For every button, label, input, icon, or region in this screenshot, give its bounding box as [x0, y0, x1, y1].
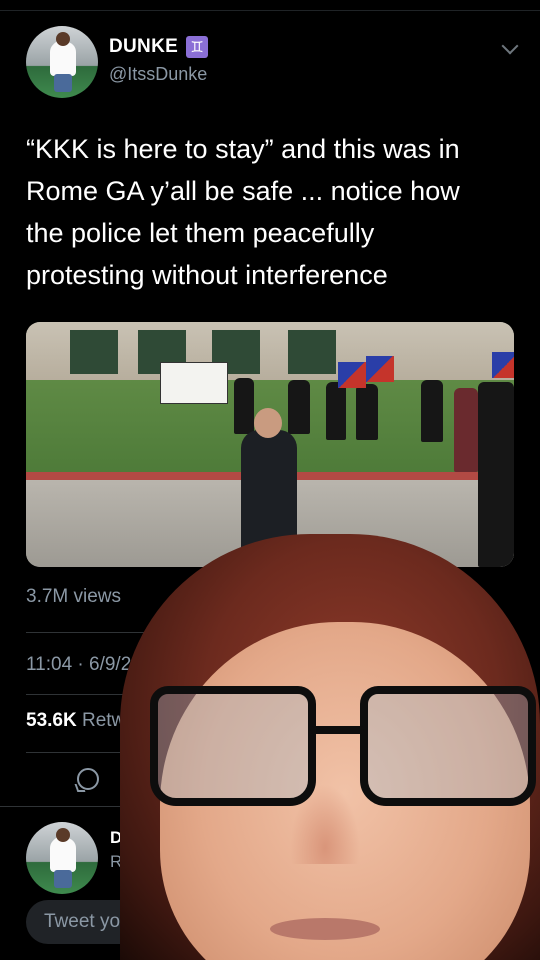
selfie-lips: [270, 918, 380, 940]
top-divider: [0, 10, 540, 11]
view-count: 3.7M views: [26, 586, 122, 607]
media-window: [288, 330, 336, 374]
tweet-text: “KKK is here to stay” and this was in Ro…: [26, 134, 460, 290]
media-flag: [366, 356, 394, 382]
glasses-left-lens: [150, 686, 316, 806]
avatar-head: [56, 32, 70, 46]
media-person: [234, 378, 254, 434]
media-protest-sign: [160, 362, 228, 404]
author-name-row[interactable]: DUNKE ♊: [109, 36, 209, 58]
tweet-media-video[interactable]: [26, 322, 514, 567]
glasses-bridge: [310, 726, 364, 734]
chevron-down-icon[interactable]: [501, 37, 519, 55]
media-flag: [338, 362, 366, 388]
avatar-figure: [50, 42, 76, 76]
media-flag: [492, 352, 514, 378]
media-person: [288, 380, 310, 434]
avatar-figure: [50, 838, 76, 872]
reply-avatar[interactable]: [26, 822, 98, 894]
gemini-badge-icon: ♊: [186, 36, 209, 58]
author-avatar[interactable]: [26, 26, 98, 98]
avatar-legs: [54, 74, 72, 92]
media-person: [356, 384, 378, 440]
author-handle[interactable]: @ItssDunke: [109, 64, 207, 85]
glasses-right-lens: [360, 686, 536, 806]
media-officer-head: [254, 408, 282, 438]
media-person: [454, 388, 478, 472]
media-person: [326, 382, 346, 440]
media-person: [421, 380, 443, 442]
selfie-overlay: [120, 534, 540, 960]
media-window: [70, 330, 118, 374]
author-display-name[interactable]: DUNKE: [109, 36, 178, 58]
retweet-count: 53.6K: [26, 710, 77, 731]
reply-icon[interactable]: [77, 768, 99, 790]
avatar-legs: [54, 870, 72, 888]
avatar-head: [56, 828, 70, 842]
